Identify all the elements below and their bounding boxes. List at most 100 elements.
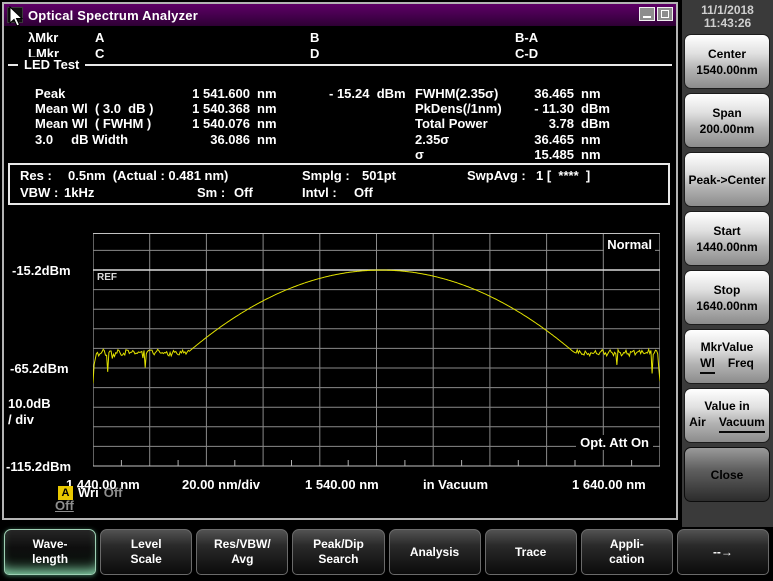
y-bottom-label: -115.2dBm xyxy=(6,459,71,474)
marker-d: D xyxy=(310,46,319,61)
ref-line-label: REF xyxy=(97,272,117,283)
tab-level-scale[interactable]: LevelScale xyxy=(100,529,192,575)
result-value: 1 540.076 xyxy=(177,116,257,131)
osa-screen: Optical Spectrum Analyzer λMkr A B B-A L… xyxy=(0,0,773,581)
y-scale-label-2: / div xyxy=(8,412,34,427)
trace-state-secondary: Off xyxy=(55,498,74,513)
y-ref-label: -15.2dBm xyxy=(12,263,71,278)
analysis-section-title: LED Test xyxy=(18,57,85,72)
stop-button[interactable]: Stop 1640.00nm xyxy=(684,270,770,325)
analysis-results-right: FWHM(2.35σ) 36.465 nm PkDens(/1nm) - 11.… xyxy=(415,86,645,162)
stop-button-value: 1640.00nm xyxy=(696,298,757,314)
result-value: 1 540.368 xyxy=(177,101,257,116)
tab-application[interactable]: Appli-cation xyxy=(581,529,673,575)
span-button-value: 200.00nm xyxy=(700,121,755,137)
result-label: 3.0 dB Width xyxy=(35,132,177,147)
tab-peak-dip-search[interactable]: Peak/DipSearch xyxy=(292,529,384,575)
marker-c: C xyxy=(95,46,104,61)
result-value: 1 541.600 xyxy=(177,86,257,101)
tab-res-vbw-avg[interactable]: Res/VBW/Avg xyxy=(196,529,288,575)
main-window: Optical Spectrum Analyzer λMkr A B B-A L… xyxy=(2,2,678,520)
sweep-settings-box: Res : 0.5nm (Actual : 0.481 nm) Smplg : … xyxy=(8,163,670,205)
result-value: 3.78 xyxy=(517,116,581,131)
smplg-value: 501pt xyxy=(362,167,396,184)
result-label: 2.35σ xyxy=(415,132,517,147)
tab-more-arrow[interactable]: --→ xyxy=(677,529,769,575)
spectrum-chart: REF Normal Opt. Att On xyxy=(93,233,660,467)
smplg-key: Smplg : xyxy=(302,167,350,184)
result-unit: nm xyxy=(257,86,291,101)
result-row: FWHM(2.35σ) 36.465 nm xyxy=(415,86,645,101)
minimize-button[interactable] xyxy=(639,7,655,21)
peak-to-center-button[interactable]: Peak->Center xyxy=(684,152,770,207)
start-button-label: Start xyxy=(713,223,740,239)
marker-value-freq-option[interactable]: Freq xyxy=(728,355,754,374)
result-unit: nm xyxy=(257,101,291,116)
result-label: Mean Wl ( FWHM ) xyxy=(35,116,177,131)
swpavg-value: 1 [ **** ] xyxy=(536,167,590,184)
result-label: σ xyxy=(415,147,517,162)
maximize-button[interactable] xyxy=(657,7,673,21)
peak-level-value: - 15.24 dBm xyxy=(291,86,435,101)
result-row: Peak 1 541.600 nm - 15.24 dBm xyxy=(35,86,435,101)
result-row: Total Power 3.78 dBm xyxy=(415,116,645,131)
res-key: Res : xyxy=(20,167,52,184)
center-button-label: Center xyxy=(708,46,746,62)
result-row: 3.0 dB Width 36.086 nm xyxy=(35,132,435,147)
analysis-results-left: Peak 1 541.600 nm - 15.24 dBm Mean Wl ( … xyxy=(35,86,435,147)
value-in-title: Value in xyxy=(704,398,749,414)
sweep-mode-label: Normal xyxy=(604,237,655,252)
span-button-label: Span xyxy=(712,105,741,121)
sm-key: Sm : xyxy=(197,184,225,201)
marker-b-a: B-A xyxy=(515,30,538,45)
result-unit: nm xyxy=(257,116,291,131)
marker-value-wl-option[interactable]: Wl xyxy=(700,355,715,374)
window-titlebar: Optical Spectrum Analyzer xyxy=(4,4,676,26)
vbw-value: 1kHz xyxy=(64,184,94,201)
result-unit: dBm xyxy=(581,101,621,116)
x-stop-label: 1 640.00 nm xyxy=(572,477,646,492)
center-button[interactable]: Center 1540.00nm xyxy=(684,34,770,89)
start-button[interactable]: Start 1440.00nm xyxy=(684,211,770,266)
clock: 11/1/2018 11:43:26 xyxy=(682,0,773,30)
minimize-icon xyxy=(643,16,651,18)
marker-value-button[interactable]: MkrValue Wl Freq xyxy=(684,329,770,384)
window-title: Optical Spectrum Analyzer xyxy=(28,8,198,23)
time-display: 11:43:26 xyxy=(682,17,773,30)
result-unit: nm xyxy=(581,86,621,101)
result-label: Mean Wl ( 3.0 dB ) xyxy=(35,101,177,116)
result-row: Mean Wl ( 3.0 dB ) 1 540.368 nm xyxy=(35,101,435,116)
result-value: 36.465 xyxy=(517,132,581,147)
result-value: 36.086 xyxy=(177,132,257,147)
trace-write-mode: Wri xyxy=(78,485,99,500)
value-in-air-option[interactable]: Air xyxy=(689,414,706,433)
result-label: PkDens(/1nm) xyxy=(415,101,517,116)
result-row: 2.35σ 36.465 nm xyxy=(415,132,645,147)
trace-state: Off xyxy=(104,485,123,500)
more-arrow-icon: --→ xyxy=(713,545,733,560)
center-button-value: 1540.00nm xyxy=(696,62,757,78)
span-button[interactable]: Span 200.00nm xyxy=(684,93,770,148)
tab-wavelength[interactable]: Wave-length xyxy=(4,529,96,575)
value-in-button[interactable]: Value in Air Vacuum xyxy=(684,388,770,443)
peak-to-center-label: Peak->Center xyxy=(688,172,765,188)
tab-trace[interactable]: Trace xyxy=(485,529,577,575)
wavelength-marker-label: λMkr xyxy=(28,30,58,45)
opt-att-label: Opt. Att On xyxy=(576,435,653,450)
x-medium-label: in Vacuum xyxy=(423,477,488,492)
result-row: σ 15.485 nm xyxy=(415,147,645,162)
softkey-panel: 11/1/2018 11:43:26 Center 1540.00nm Span… xyxy=(682,0,773,527)
value-in-vacuum-option[interactable]: Vacuum xyxy=(719,414,765,433)
result-value: - 11.30 xyxy=(517,101,581,116)
intvl-key: Intvl : xyxy=(302,184,337,201)
marker-b: B xyxy=(310,30,319,45)
y-mid-label: -65.2dBm xyxy=(10,361,69,376)
marker-c-d: C-D xyxy=(515,46,538,61)
result-unit: dBm xyxy=(581,116,621,131)
close-button-label: Close xyxy=(711,467,744,483)
result-unit: nm xyxy=(581,147,621,162)
intvl-value: Off xyxy=(354,184,373,201)
close-button[interactable]: Close xyxy=(684,447,770,502)
tab-analysis[interactable]: Analysis xyxy=(389,529,481,575)
result-label: Peak xyxy=(35,86,177,101)
